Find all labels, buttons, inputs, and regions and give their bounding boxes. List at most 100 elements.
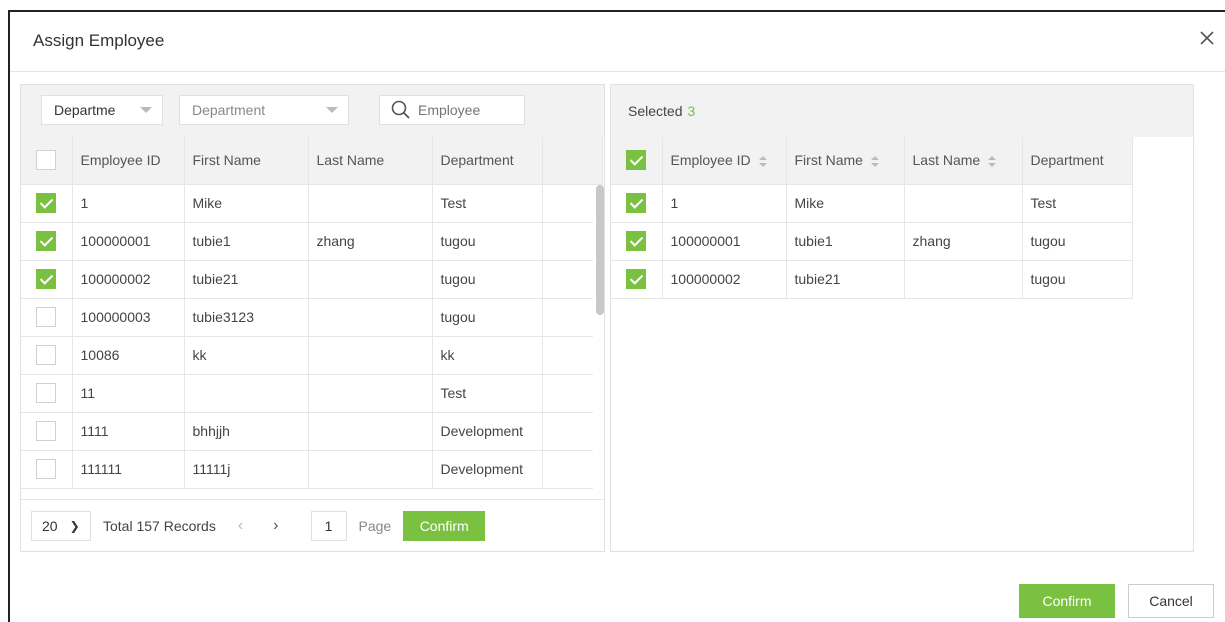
row-checkbox[interactable] bbox=[36, 193, 57, 213]
row-checkbox[interactable] bbox=[36, 307, 57, 327]
cell-last-name bbox=[308, 260, 433, 299]
confirm-button[interactable]: Confirm bbox=[1019, 584, 1115, 618]
cell-last-name bbox=[308, 298, 433, 337]
employee-search-input[interactable] bbox=[418, 102, 518, 118]
page-number-input[interactable] bbox=[310, 511, 347, 541]
cell-department: Test bbox=[1022, 184, 1133, 223]
col-employee-id[interactable]: Employee ID bbox=[72, 137, 185, 185]
col-department[interactable]: Department bbox=[1022, 137, 1133, 185]
prev-page-button[interactable]: ‹ bbox=[238, 517, 243, 535]
row-checkbox-cell bbox=[611, 184, 663, 223]
col-last-name[interactable]: Last Name bbox=[904, 137, 1023, 185]
table-row[interactable]: 111111 11111j Development bbox=[21, 450, 603, 489]
col-spacer bbox=[542, 137, 603, 185]
table-row[interactable]: 1 Mike Test bbox=[611, 184, 1133, 223]
row-checkbox[interactable] bbox=[626, 193, 647, 213]
cell-employee-id: 100000001 bbox=[662, 222, 787, 261]
cell-first-name: kk bbox=[184, 336, 309, 375]
row-checkbox[interactable] bbox=[626, 231, 647, 251]
select-all-checkbox[interactable] bbox=[36, 150, 57, 171]
cell-employee-id: 111111 bbox=[72, 450, 185, 489]
department-select[interactable]: Department bbox=[179, 95, 349, 125]
cell-department: tugou bbox=[1022, 260, 1133, 299]
col-first-name[interactable]: First Name bbox=[786, 137, 905, 185]
cell-department: tugou bbox=[1022, 222, 1133, 261]
employee-list-panel: Departme Department Employee Employee ID… bbox=[20, 84, 605, 552]
row-checkbox[interactable] bbox=[626, 269, 647, 289]
table-row[interactable]: 1111 bhhjjh Development bbox=[21, 412, 603, 451]
cell-last-name bbox=[308, 374, 433, 413]
cell-department: Test bbox=[432, 184, 543, 223]
row-checkbox-cell bbox=[21, 260, 73, 299]
scrollbar-thumb[interactable] bbox=[596, 185, 604, 315]
table-row[interactable]: 100000001 tubie1 zhang tugou bbox=[21, 222, 603, 261]
row-checkbox[interactable] bbox=[36, 421, 57, 441]
selected-all-checkbox[interactable] bbox=[626, 150, 647, 171]
row-checkbox[interactable] bbox=[36, 459, 57, 479]
selected-count: 3 bbox=[687, 103, 696, 119]
col-employee-id[interactable]: Employee ID bbox=[662, 137, 787, 185]
cell-last-name: zhang bbox=[904, 222, 1023, 261]
cell-department: tugou bbox=[432, 260, 543, 299]
cell-first-name: tubie1 bbox=[786, 222, 905, 261]
cell-department: tugou bbox=[432, 222, 543, 261]
cell-employee-id: 100000002 bbox=[72, 260, 185, 299]
search-icon[interactable] bbox=[390, 99, 412, 121]
sort-icon[interactable] bbox=[988, 155, 997, 168]
chevron-down-icon bbox=[140, 107, 152, 113]
row-checkbox[interactable] bbox=[36, 345, 57, 365]
department-select-placeholder: Department bbox=[192, 102, 266, 118]
row-checkbox[interactable] bbox=[36, 269, 57, 289]
cell-employee-id: 100000003 bbox=[72, 298, 185, 337]
cell-employee-id: 1111 bbox=[72, 412, 185, 451]
table-row[interactable]: 100000001 tubie1 zhang tugou bbox=[611, 222, 1133, 261]
selected-employees-panel: Selected 3 Employee ID First Name Last N… bbox=[610, 84, 1194, 552]
col-label: Last Name bbox=[912, 152, 981, 169]
department-type-select[interactable]: Departme bbox=[41, 95, 163, 125]
table-row[interactable]: 100000002 tubie21 tugou bbox=[21, 260, 603, 299]
cell-first-name: bhhjjh bbox=[184, 412, 309, 451]
cancel-button[interactable]: Cancel bbox=[1128, 584, 1214, 618]
table-scrollbar[interactable] bbox=[593, 185, 604, 497]
page-size-value: 20 bbox=[42, 518, 58, 534]
employee-search[interactable] bbox=[379, 95, 525, 125]
cell-employee-id: 1 bbox=[72, 184, 185, 223]
chevron-down-icon bbox=[326, 107, 338, 113]
cell-employee-id: 100000001 bbox=[72, 222, 185, 261]
cell-first-name bbox=[184, 374, 309, 413]
page-confirm-button[interactable]: Confirm bbox=[403, 511, 486, 541]
table-row[interactable]: 100000002 tubie21 tugou bbox=[611, 260, 1133, 299]
table-row[interactable]: 10086 kk kk bbox=[21, 336, 603, 375]
table-row[interactable]: 11 Test bbox=[21, 374, 603, 413]
col-department[interactable]: Department bbox=[432, 137, 543, 185]
table-header-row: Employee ID First Name Last Name Departm… bbox=[21, 137, 603, 185]
cell-last-name bbox=[904, 184, 1023, 223]
cell-department: Test bbox=[432, 374, 543, 413]
cell-department: kk bbox=[432, 336, 543, 375]
row-checkbox[interactable] bbox=[36, 231, 57, 251]
close-icon[interactable] bbox=[1197, 28, 1217, 48]
total-records: Total 157 Records bbox=[103, 518, 216, 534]
page-size-select[interactable]: 20 ❯ bbox=[31, 511, 91, 541]
page-label: Page bbox=[358, 518, 392, 534]
table-row[interactable]: 1 Mike Test bbox=[21, 184, 603, 223]
row-checkbox-cell bbox=[21, 412, 73, 451]
table-header-row: Employee ID First Name Last Name Departm… bbox=[611, 137, 1133, 185]
assign-employee-dialog: Assign Employee Departme Department Empl… bbox=[8, 10, 1225, 622]
table-row[interactable]: 100000003 tubie3123 tugou bbox=[21, 298, 603, 337]
cell-first-name: tubie21 bbox=[786, 260, 905, 299]
cell-last-name bbox=[308, 336, 433, 375]
selected-table: Employee ID First Name Last Name Departm… bbox=[611, 137, 1133, 299]
cell-first-name: Mike bbox=[786, 184, 905, 223]
cell-department: tugou bbox=[432, 298, 543, 337]
next-page-button[interactable]: › bbox=[273, 517, 278, 535]
col-label: First Name bbox=[794, 152, 863, 169]
cell-last-name bbox=[308, 412, 433, 451]
row-checkbox[interactable] bbox=[36, 383, 57, 403]
selected-label: Selected bbox=[628, 103, 683, 119]
cell-department: Development bbox=[432, 412, 543, 451]
sort-icon[interactable] bbox=[870, 155, 879, 168]
col-first-name[interactable]: First Name bbox=[184, 137, 309, 185]
sort-icon[interactable] bbox=[758, 155, 767, 168]
col-last-name[interactable]: Last Name bbox=[308, 137, 433, 185]
